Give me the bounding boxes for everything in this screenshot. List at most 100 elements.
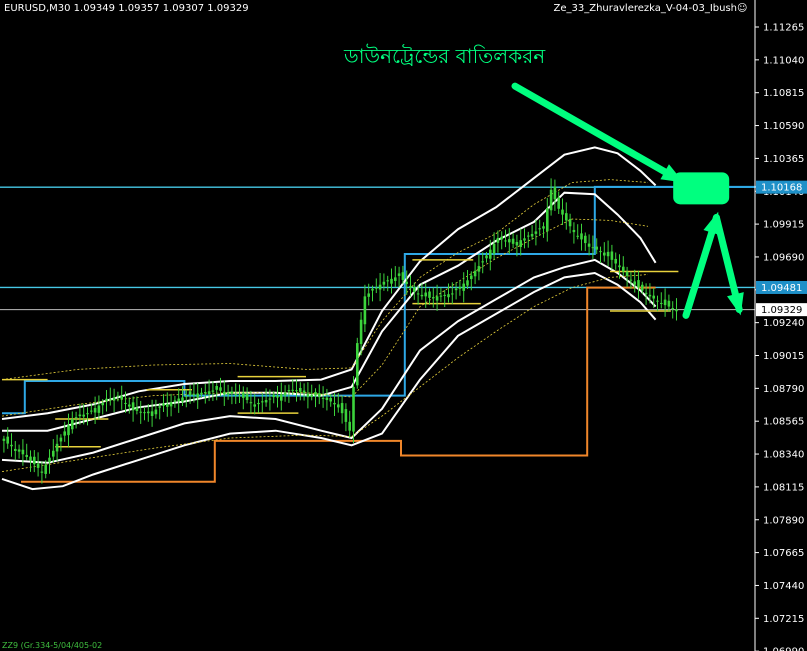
candle-body [302,390,306,393]
candle-body [424,292,427,297]
candle-body [55,443,59,452]
candle-body [63,431,66,436]
candle-body [542,226,545,229]
candle-body [496,237,500,243]
candle-body [314,392,317,396]
candle-body [17,449,21,452]
candle-body [644,292,648,294]
candle-body [223,391,226,395]
candle-body [306,393,310,398]
candle-body [325,397,329,401]
y-tick-label: 1.10590 [763,121,804,132]
candle-body [614,258,617,264]
y-tick-label: 1.06990 [763,647,804,651]
candle-body [211,390,215,392]
candle-body [439,295,443,297]
price-label: 1.10168 [761,183,802,194]
candle-body [656,300,659,302]
y-tick-label: 1.07890 [763,515,804,526]
candle-body [576,235,579,237]
candle-body [128,404,131,407]
candle-body [112,397,116,401]
candle-body [553,186,557,200]
candle-body [378,284,382,290]
candle-body [587,243,591,247]
candle-body [416,293,420,295]
candle-body [534,231,538,234]
symbol-info: EURUSD,M30 1.09349 1.09357 1.09307 1.093… [4,3,249,14]
candle-body [580,233,583,240]
candle-body [105,398,108,402]
candle-body [603,252,606,256]
candle-body [432,297,435,299]
candle-body [584,235,587,244]
candle-body [245,394,249,401]
candle-body [549,189,553,211]
candle-body [93,408,97,413]
candle-body [443,294,446,296]
candle-body [329,398,332,402]
candle-body [337,404,340,408]
chart-canvas: 1.11265 1.11040 1.10815 1.10590 1.10365 1.101… [0,0,807,651]
candle-body [272,394,275,398]
candle-body [485,255,488,259]
candle-body [618,265,621,268]
candle-body [629,279,633,281]
candle-body [59,437,63,442]
candle-body [359,319,363,345]
candle-body [204,392,207,393]
price-label: 1.09329 [761,305,802,316]
y-tick-label: 1.09915 [763,220,804,231]
candle-body [185,396,188,398]
candle-body [234,393,237,395]
candle-body [428,291,431,298]
y-tick-label: 1.07440 [763,581,804,592]
candle-body [181,397,184,402]
y-tick-label: 1.11265 [763,23,804,34]
candle-body [86,413,89,415]
y-tick-label: 1.07665 [763,548,804,559]
candle-body [625,271,629,276]
y-tick-label: 1.10365 [763,154,804,165]
candle-body [101,402,104,406]
candle-body [504,240,507,242]
candle-body [477,266,481,272]
candle-body [546,208,549,232]
candle-body [481,261,484,263]
candle-body [116,395,120,397]
candle-body [390,278,393,284]
candle-body [622,266,625,272]
candle-body [367,293,370,297]
candle-body [458,286,462,289]
candle-body [515,241,519,246]
candle-body [219,387,222,391]
series-dotted-ma-lower [1,274,649,472]
y-tick-label: 1.09015 [763,351,804,362]
candle-body [667,300,671,307]
candle-body [120,395,123,400]
candle-body [413,287,416,292]
smiley-icon[interactable]: ☺ [737,3,748,14]
y-tick-label: 1.08790 [763,384,804,395]
candle-body [382,281,386,285]
candle-body [572,229,576,233]
candle-body [333,402,336,405]
candle-body [162,403,165,406]
candle-body [473,270,477,277]
candle-body [14,448,17,451]
candle-body [641,284,644,291]
candle-body [124,402,127,404]
candle-body [238,395,241,397]
candle-body [97,405,101,413]
candle-body [451,293,454,295]
candle-body [511,238,515,244]
candle-body [78,414,82,417]
y-tick-label: 1.10815 [763,88,804,99]
candle-body [523,238,526,241]
series-band-lower-inner [1,258,657,464]
candle-body [139,411,142,413]
candle-body [508,239,511,243]
candle-body [420,294,424,297]
y-tick-label: 1.09240 [763,318,804,329]
candle-body [675,309,678,312]
